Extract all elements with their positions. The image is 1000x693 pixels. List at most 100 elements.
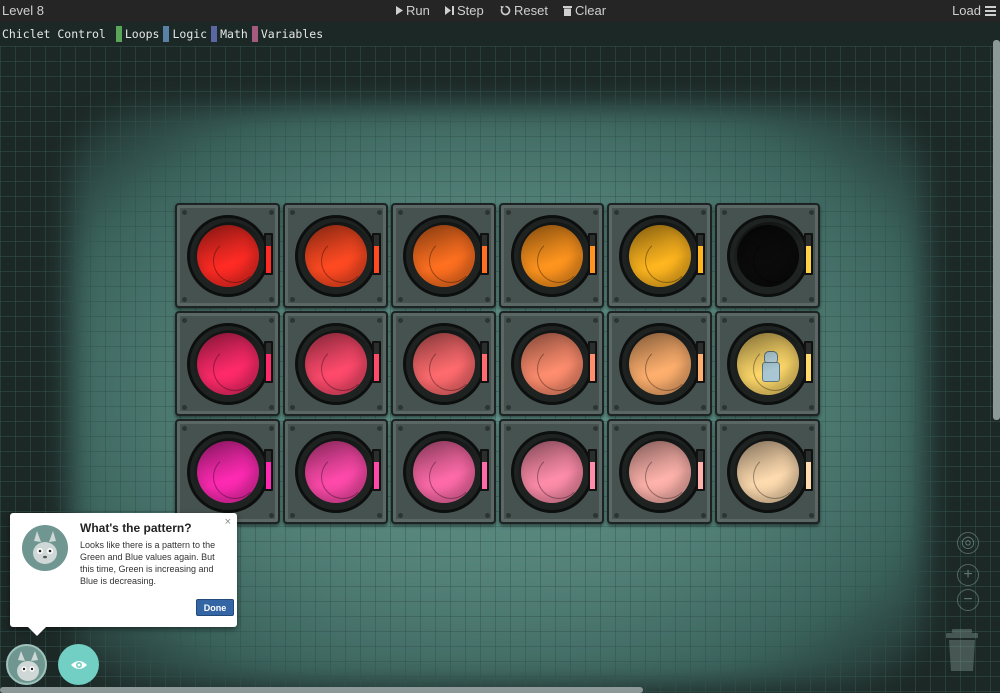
bolt-icon — [722, 405, 727, 410]
chiclet-shade — [194, 330, 266, 402]
bolt-icon — [377, 405, 382, 410]
chiclet-gauge — [372, 341, 381, 383]
bolt-icon — [506, 426, 511, 431]
gauge-fill — [374, 462, 379, 489]
bolt-icon — [398, 405, 403, 410]
bolt-icon — [290, 210, 295, 215]
bolt-icon — [593, 318, 598, 323]
reset-button[interactable]: Reset — [500, 3, 548, 18]
step-button[interactable]: Step — [445, 3, 484, 18]
bolt-icon — [701, 297, 706, 302]
category-swatch — [163, 26, 170, 42]
category-chiclet-control[interactable]: Chiclet Control — [2, 26, 106, 42]
category-label: Logic — [172, 27, 208, 41]
clear-label: Clear — [575, 3, 607, 18]
bolt-icon — [722, 318, 727, 323]
block-category-bar: Chiclet Control Loops Logic Math Variabl… — [0, 22, 1000, 46]
top-toolbar: Level 8 Run Step Reset Clear Load — [0, 0, 1000, 22]
bolt-icon — [614, 405, 619, 410]
clear-button[interactable]: Clear — [563, 3, 606, 18]
play-icon — [396, 6, 403, 15]
vertical-scrollbar[interactable] — [993, 40, 1000, 420]
category-label: Variables — [260, 27, 324, 41]
gauge-fill — [374, 354, 379, 381]
chiclet-ring — [295, 215, 377, 297]
category-swatch — [251, 26, 258, 42]
bolt-icon — [485, 426, 490, 431]
done-button[interactable]: Done — [196, 599, 234, 616]
step-icon — [445, 6, 454, 15]
chiclet-ring — [619, 215, 701, 297]
chiclet-cell — [391, 311, 496, 416]
run-button[interactable]: Run — [395, 3, 430, 18]
chiclet-gauge — [588, 233, 597, 275]
bolt-icon — [614, 318, 619, 323]
chiclet-shade — [302, 330, 374, 402]
chiclet-shade — [518, 438, 590, 510]
gauge-fill — [698, 246, 703, 273]
bolt-icon — [485, 318, 490, 323]
horizontal-scrollbar[interactable] — [0, 687, 643, 693]
bolt-icon — [269, 513, 274, 518]
chiclet-gauge — [372, 233, 381, 275]
chiclet-gauge — [696, 449, 705, 491]
category-logic[interactable]: Logic — [163, 26, 207, 42]
reset-label: Reset — [514, 3, 548, 18]
chiclet-cell — [715, 311, 820, 416]
workspace-trash-icon[interactable] — [946, 628, 978, 671]
chiclet-cell — [175, 203, 280, 308]
gauge-fill — [590, 354, 595, 381]
chiclet-cell — [283, 311, 388, 416]
chiclet-ring — [403, 323, 485, 405]
chiclet-ring — [511, 323, 593, 405]
bolt-icon — [701, 405, 706, 410]
gauge-fill — [266, 462, 271, 489]
gauge-fill — [806, 246, 811, 273]
chiclet-cell — [175, 419, 280, 524]
bolt-icon — [506, 405, 511, 410]
bolt-icon — [485, 405, 490, 410]
bolt-icon — [593, 513, 598, 518]
bolt-icon — [182, 318, 187, 323]
chiclet-shade — [518, 222, 590, 294]
chiclet-shade — [410, 222, 482, 294]
bolt-icon — [809, 210, 814, 215]
recenter-button[interactable]: ◎ — [957, 532, 979, 554]
category-variables[interactable]: Variables — [251, 26, 324, 42]
category-label: Loops — [124, 27, 160, 41]
gauge-fill — [590, 246, 595, 273]
category-loops[interactable]: Loops — [115, 26, 160, 42]
close-icon[interactable]: × — [225, 516, 231, 528]
zoom-out-button[interactable]: − — [957, 589, 979, 611]
chiclet-cell — [715, 419, 820, 524]
gauge-fill — [806, 354, 811, 381]
chiclet-cell — [499, 311, 604, 416]
chiclet-ring — [619, 323, 701, 405]
bolt-icon — [182, 297, 187, 302]
bolt-icon — [722, 513, 727, 518]
bolt-icon — [485, 210, 490, 215]
show-hint-button[interactable] — [58, 644, 99, 685]
gauge-fill — [590, 462, 595, 489]
gauge-fill — [698, 462, 703, 489]
bolt-icon — [614, 513, 619, 518]
category-math[interactable]: Math — [211, 26, 248, 42]
bolt-icon — [593, 405, 598, 410]
bolt-icon — [701, 318, 706, 323]
gauge-fill — [266, 354, 271, 381]
gauge-fill — [698, 354, 703, 381]
zoom-in-button[interactable]: + — [957, 564, 979, 586]
bolt-icon — [290, 426, 295, 431]
gauge-fill — [482, 246, 487, 273]
chiclet-gauge — [480, 341, 489, 383]
load-menu-button[interactable]: Load — [952, 3, 996, 18]
bolt-icon — [269, 426, 274, 431]
chiclet-ring — [187, 215, 269, 297]
chiclet-ring — [511, 431, 593, 513]
gauge-fill — [482, 462, 487, 489]
bolt-icon — [290, 405, 295, 410]
squirrel-avatar — [22, 525, 68, 571]
chiclet-shade — [302, 438, 374, 510]
gauge-fill — [266, 246, 271, 273]
character-avatar-button[interactable] — [6, 644, 47, 685]
